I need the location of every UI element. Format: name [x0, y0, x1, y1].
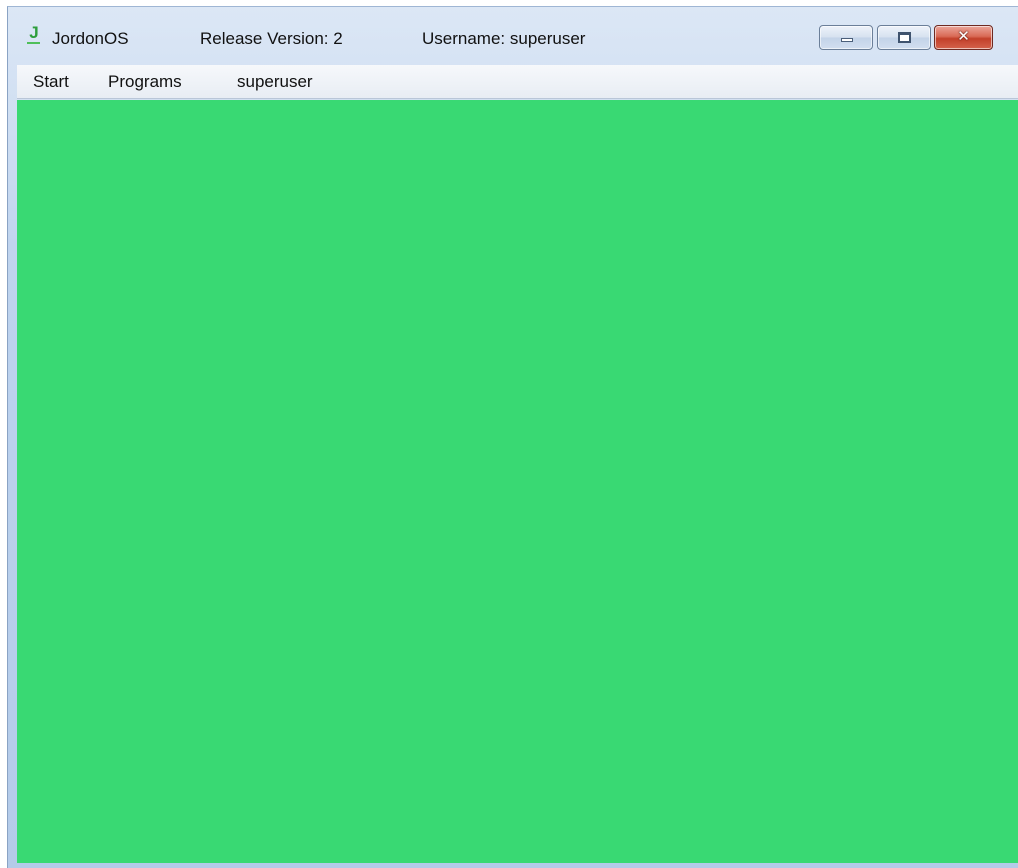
release-version-label: Release Version: 2 — [200, 29, 343, 48]
maximize-icon — [898, 32, 911, 43]
close-button[interactable]: ✕ — [934, 25, 993, 50]
jordonos-app-icon[interactable]: J — [27, 24, 41, 44]
menu-item-programs[interactable]: Programs — [108, 72, 182, 92]
menu-item-start[interactable]: Start — [33, 72, 69, 92]
menu-item-superuser[interactable]: superuser — [237, 72, 313, 92]
username-label: Username: superuser — [422, 29, 586, 48]
title-bar[interactable]: J JordonOS Release Version: 2 Username: … — [8, 7, 1018, 65]
menu-bar: Start Programs superuser — [17, 65, 1018, 99]
close-icon: ✕ — [957, 28, 970, 45]
app-window: J JordonOS Release Version: 2 Username: … — [7, 6, 1018, 868]
minimize-icon — [841, 38, 853, 42]
maximize-button[interactable] — [877, 25, 931, 50]
desktop-area[interactable] — [17, 100, 1018, 863]
minimize-button[interactable] — [819, 25, 873, 50]
window-title: JordonOS — [52, 29, 129, 48]
